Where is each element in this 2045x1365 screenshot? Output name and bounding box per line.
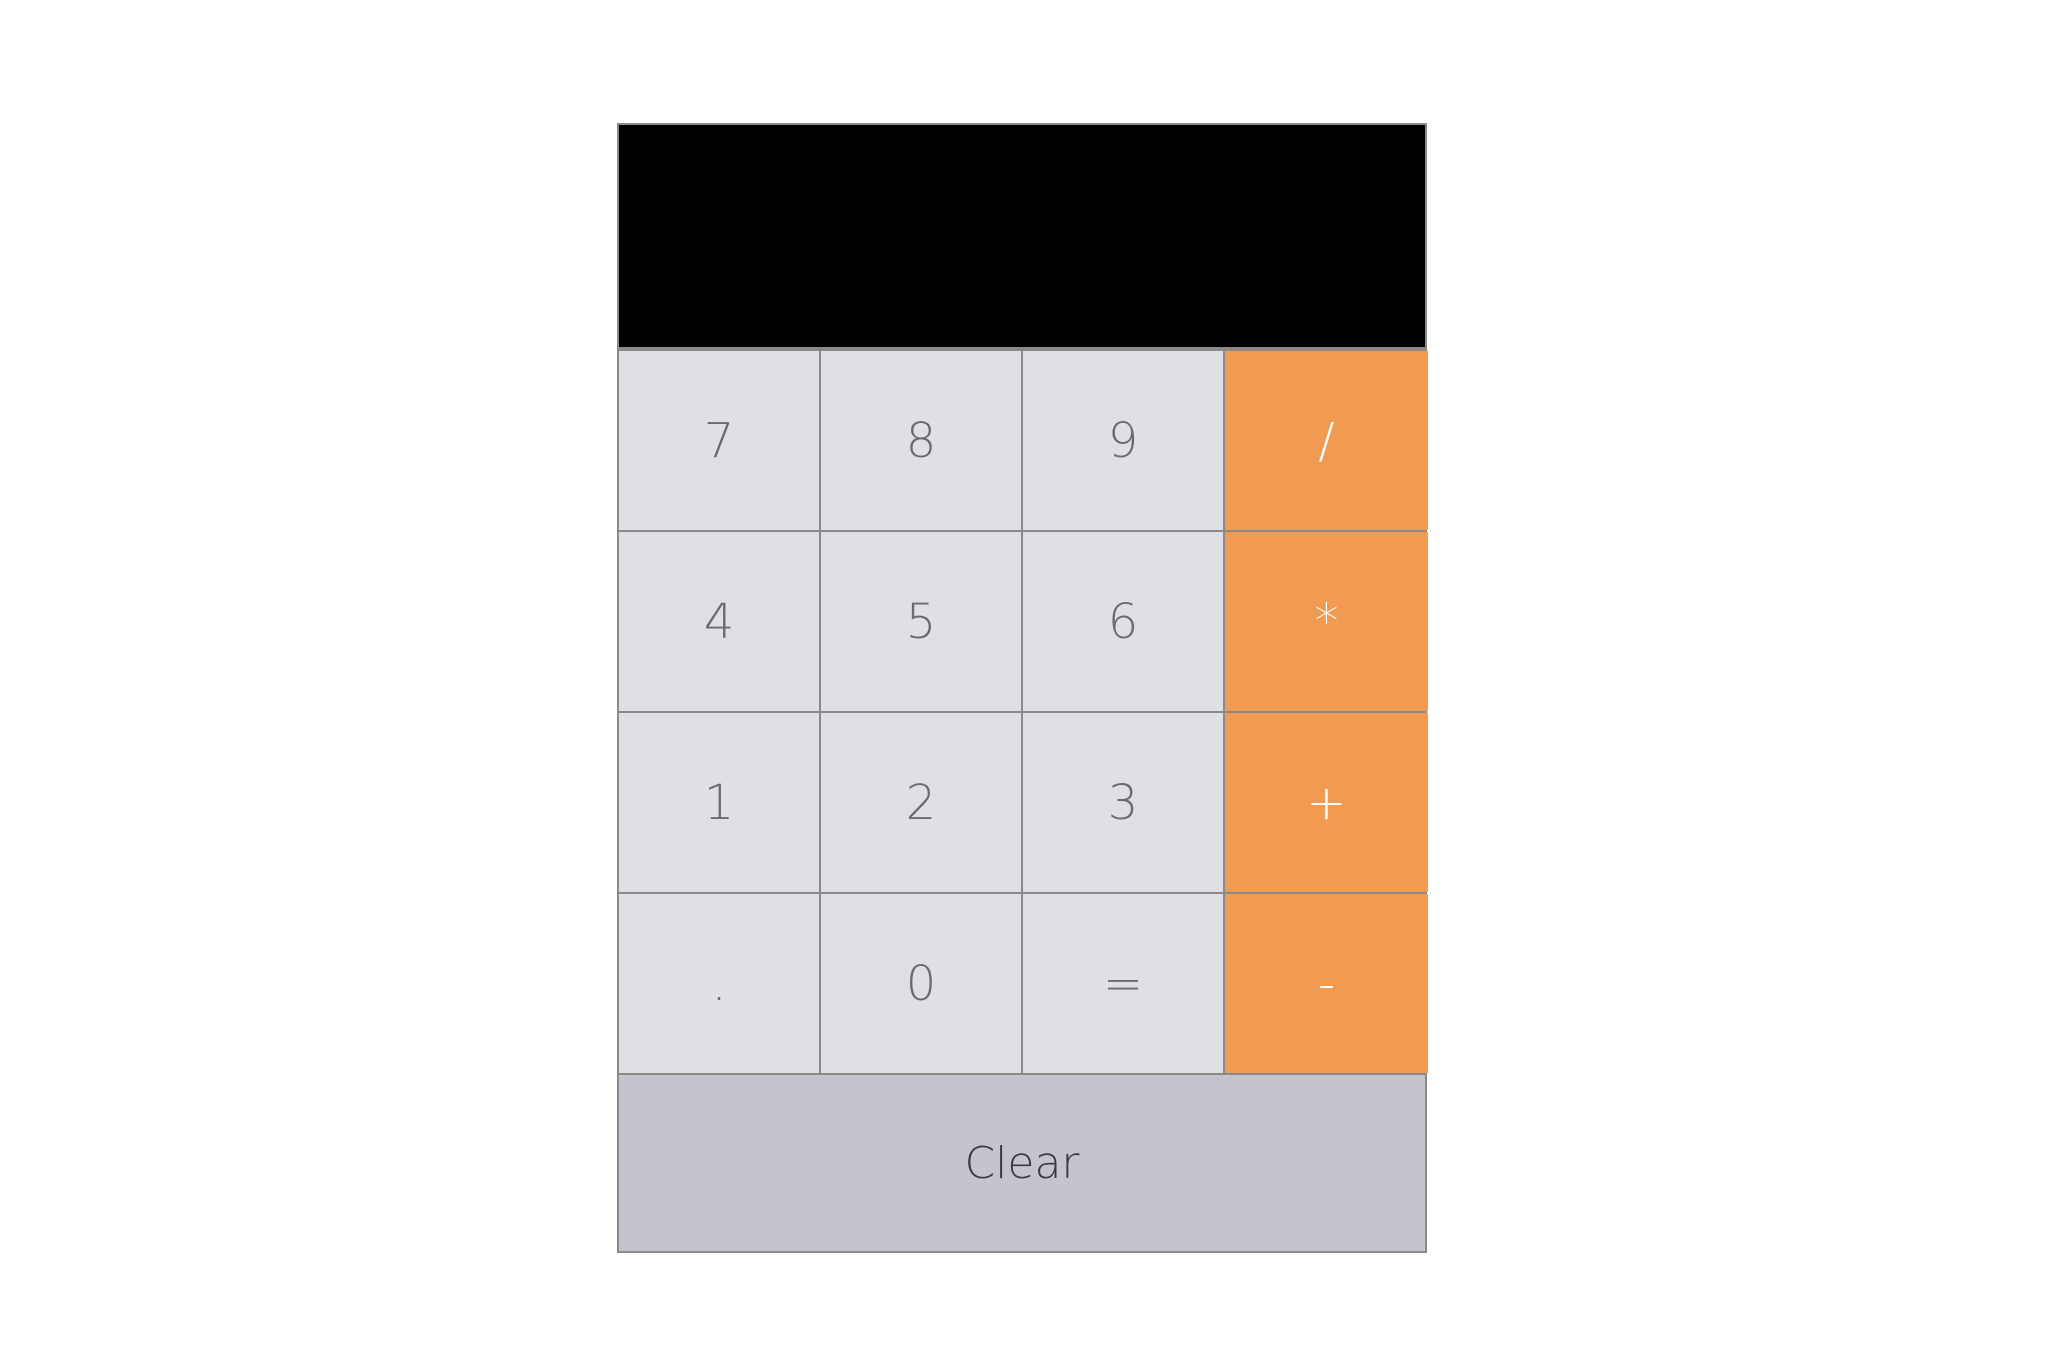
clear-button[interactable]: Clear: [619, 1075, 1425, 1251]
key-9[interactable]: 9: [1023, 351, 1223, 530]
key-4[interactable]: 4: [619, 532, 819, 711]
calculator-display: [619, 125, 1425, 349]
key-5[interactable]: 5: [821, 532, 1021, 711]
key-add[interactable]: +: [1225, 713, 1428, 892]
key-subtract[interactable]: -: [1225, 894, 1428, 1073]
key-decimal[interactable]: .: [619, 894, 819, 1073]
key-multiply[interactable]: *: [1225, 532, 1428, 711]
key-7[interactable]: 7: [619, 351, 819, 530]
key-divide[interactable]: /: [1225, 351, 1428, 530]
key-equals[interactable]: =: [1023, 894, 1223, 1073]
key-8[interactable]: 8: [821, 351, 1021, 530]
key-0[interactable]: 0: [821, 894, 1021, 1073]
calculator: 7 8 9 / 4 5 6 * 1 2 3 + . 0 = - Clear: [617, 123, 1428, 1253]
key-2[interactable]: 2: [821, 713, 1021, 892]
key-1[interactable]: 1: [619, 713, 819, 892]
keypad: 7 8 9 / 4 5 6 * 1 2 3 + . 0 = -: [619, 351, 1428, 1073]
key-6[interactable]: 6: [1023, 532, 1223, 711]
key-3[interactable]: 3: [1023, 713, 1223, 892]
